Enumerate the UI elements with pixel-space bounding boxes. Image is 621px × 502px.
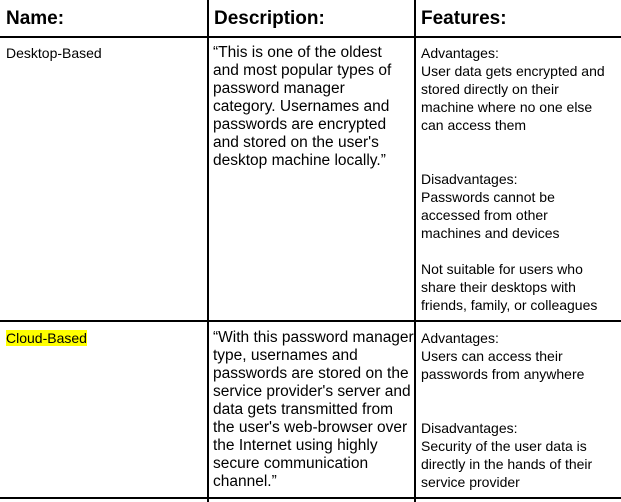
- advantages-label: Advantages:: [421, 45, 499, 61]
- row-divider: [0, 497, 621, 499]
- text-line: password manager: [213, 80, 345, 97]
- text-line: “With this password manager: [213, 329, 414, 346]
- row-divider: [0, 36, 621, 38]
- text-line: service provider's server and: [213, 383, 411, 400]
- text-line: category. Usernames and: [213, 98, 390, 115]
- row-divider: [0, 320, 621, 322]
- text-line: machines and devices: [421, 225, 560, 241]
- row-features: Advantages: Users can access their passw…: [421, 329, 592, 491]
- column-divider: [207, 0, 209, 502]
- text-line: and stored on the user's: [213, 134, 379, 151]
- text-line: Passwords cannot be: [421, 189, 555, 205]
- table-row-cloud: Cloud-Based: [6, 329, 87, 347]
- text-line: machine where no one else: [421, 99, 593, 115]
- text-line: friends, family, or colleagues: [421, 297, 598, 313]
- row-description: “With this password manager type, userna…: [213, 329, 414, 491]
- text-line: passwords from anywhere: [421, 366, 585, 382]
- text-line: stored directly on their: [421, 81, 559, 97]
- text-line: Users can access their: [421, 348, 563, 364]
- text-line: Security of the user data is: [421, 438, 587, 454]
- table-row-desktop: Desktop-Based: [6, 44, 102, 62]
- text-line: the user's web-browser over: [213, 419, 408, 436]
- row-name-highlighted: Cloud-Based: [6, 330, 87, 346]
- text-line: passwords are stored on the: [213, 365, 409, 382]
- column-divider: [414, 0, 416, 502]
- row-features: Advantages: User data gets encrypted and…: [421, 44, 605, 314]
- text-line: share their desktops with: [421, 279, 576, 295]
- row-description: “This is one of the oldest and most popu…: [213, 44, 391, 170]
- text-line: accessed from other: [421, 207, 548, 223]
- header-features: Features:: [421, 8, 507, 29]
- disadvantages-label: Disadvantages:: [421, 171, 518, 187]
- text-line: and most popular types of: [213, 62, 392, 79]
- text-line: desktop machine locally.”: [213, 152, 386, 169]
- header-name: Name:: [6, 8, 65, 29]
- disadvantages-label: Disadvantages:: [421, 420, 518, 436]
- text-line: can access them: [421, 117, 527, 133]
- text-line: passwords are encrypted: [213, 116, 387, 133]
- text-line: directly in the hands of their: [421, 456, 593, 472]
- header-description: Description:: [214, 8, 325, 29]
- text-line: type, usernames and: [213, 347, 358, 364]
- text-line: data gets transmitted from: [213, 401, 394, 418]
- text-line: service provider: [421, 474, 520, 490]
- text-line: the Internet using highly: [213, 437, 378, 454]
- advantages-label: Advantages:: [421, 330, 499, 346]
- text-line: “This is one of the oldest: [213, 44, 382, 61]
- text-line: secure communication: [213, 455, 369, 472]
- text-line: Not suitable for users who: [421, 261, 583, 277]
- text-line: User data gets encrypted and: [421, 63, 605, 79]
- row-name: Desktop-Based: [6, 45, 102, 61]
- text-line: channel.”: [213, 473, 277, 490]
